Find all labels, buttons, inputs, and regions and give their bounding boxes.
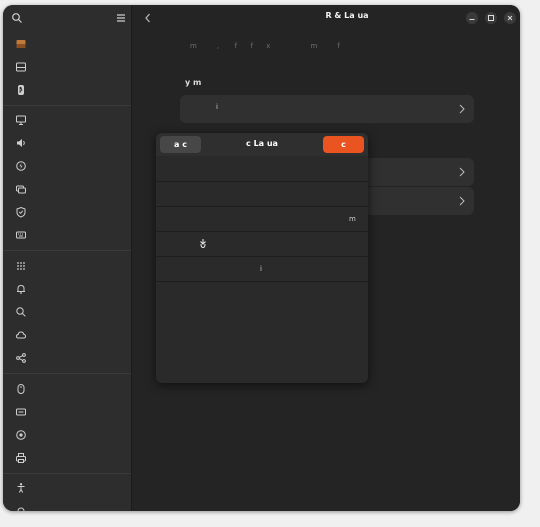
keyboard-layout-icon bbox=[16, 408, 26, 416]
sidebar-item-keyboard[interactable] bbox=[12, 228, 124, 242]
sidebar-item-wallpaper[interactable] bbox=[12, 37, 124, 51]
close-button[interactable] bbox=[504, 12, 516, 24]
sidebar-separator bbox=[3, 473, 131, 474]
power-icon bbox=[16, 161, 26, 171]
keyboard-icon bbox=[16, 231, 26, 239]
sidebar-item-sound[interactable] bbox=[12, 136, 124, 150]
sidebar-separator bbox=[3, 250, 131, 251]
cancel-button[interactable]: a c bbox=[160, 136, 201, 153]
close-icon bbox=[507, 15, 513, 21]
sidebar-item-privacy[interactable] bbox=[12, 205, 124, 219]
language-dialog: a c c La ua c m i bbox=[156, 133, 368, 383]
sidebar-item-printers[interactable] bbox=[12, 451, 124, 465]
sound-icon bbox=[17, 139, 25, 147]
select-button[interactable]: c bbox=[323, 136, 364, 153]
notifications-icon bbox=[17, 284, 25, 294]
dialog-title: c La ua bbox=[246, 139, 278, 148]
sidebar-item-sharing[interactable] bbox=[12, 351, 124, 365]
sidebar-item-multitasking[interactable] bbox=[12, 182, 124, 196]
sidebar bbox=[3, 5, 132, 511]
sidebar-header bbox=[3, 5, 131, 31]
sidebar-item-accessibility[interactable] bbox=[12, 481, 124, 495]
search-icon bbox=[16, 307, 26, 317]
wallpaper-icon bbox=[16, 40, 26, 48]
security-icon bbox=[16, 206, 26, 218]
display-icon bbox=[16, 115, 26, 125]
row-label: i bbox=[216, 103, 218, 111]
bluetooth-icon bbox=[18, 85, 24, 95]
dialog-header: a c c La ua c bbox=[156, 133, 368, 156]
back-icon[interactable] bbox=[141, 11, 155, 25]
list-item-label: i bbox=[260, 265, 262, 273]
share-icon bbox=[16, 353, 26, 363]
list-item[interactable] bbox=[156, 157, 368, 182]
list-item[interactable]: m bbox=[156, 207, 368, 232]
sidebar-item-mouse[interactable] bbox=[12, 382, 124, 396]
color-icon bbox=[16, 430, 26, 440]
list-item-label: m bbox=[349, 215, 356, 223]
sidebar-separator bbox=[3, 105, 131, 106]
accessibility-icon bbox=[17, 483, 25, 493]
minimize-icon bbox=[469, 19, 475, 20]
section-heading: y m bbox=[185, 78, 202, 87]
sidebar-item-system[interactable] bbox=[12, 504, 124, 511]
search-icon[interactable] bbox=[11, 12, 23, 24]
maximize-button[interactable] bbox=[485, 12, 497, 24]
list-item[interactable] bbox=[156, 232, 368, 257]
sidebar-separator bbox=[3, 373, 131, 374]
chevron-right-icon bbox=[459, 104, 465, 114]
sidebar-item-apps[interactable] bbox=[12, 259, 124, 273]
panel-icon bbox=[16, 62, 26, 72]
sidebar-item-power[interactable] bbox=[12, 159, 124, 173]
menu-icon[interactable] bbox=[115, 12, 127, 24]
sidebar-item-panel[interactable] bbox=[12, 60, 124, 74]
apps-icon bbox=[17, 262, 25, 270]
sidebar-item-notifications[interactable] bbox=[12, 282, 124, 296]
sidebar-item-bluetooth[interactable] bbox=[12, 83, 124, 97]
list-item[interactable]: i bbox=[156, 257, 368, 282]
chevron-right-icon bbox=[459, 196, 465, 206]
faded-header-text: m , f f x m f bbox=[190, 42, 340, 50]
cursor-icon bbox=[200, 239, 206, 249]
multitasking-icon bbox=[16, 185, 26, 194]
cloud-icon bbox=[15, 331, 27, 339]
minimize-button[interactable] bbox=[466, 12, 478, 24]
chevron-right-icon bbox=[459, 167, 465, 177]
sidebar-item-displays[interactable] bbox=[12, 113, 124, 127]
sidebar-item-keyboard-layout[interactable] bbox=[12, 405, 124, 419]
settings-window: R & La ua m , f f x m f y m i a c c La u… bbox=[3, 5, 520, 511]
maximize-icon bbox=[488, 15, 494, 21]
page-title: R & La ua bbox=[325, 11, 369, 20]
sidebar-item-search[interactable] bbox=[12, 305, 124, 319]
settings-row[interactable]: i bbox=[180, 95, 474, 123]
list-item[interactable] bbox=[156, 182, 368, 207]
sidebar-item-online-accounts[interactable] bbox=[12, 328, 124, 342]
mouse-icon bbox=[17, 384, 25, 394]
printer-icon bbox=[16, 453, 26, 463]
system-icon bbox=[17, 507, 25, 511]
sidebar-item-color[interactable] bbox=[12, 428, 124, 442]
